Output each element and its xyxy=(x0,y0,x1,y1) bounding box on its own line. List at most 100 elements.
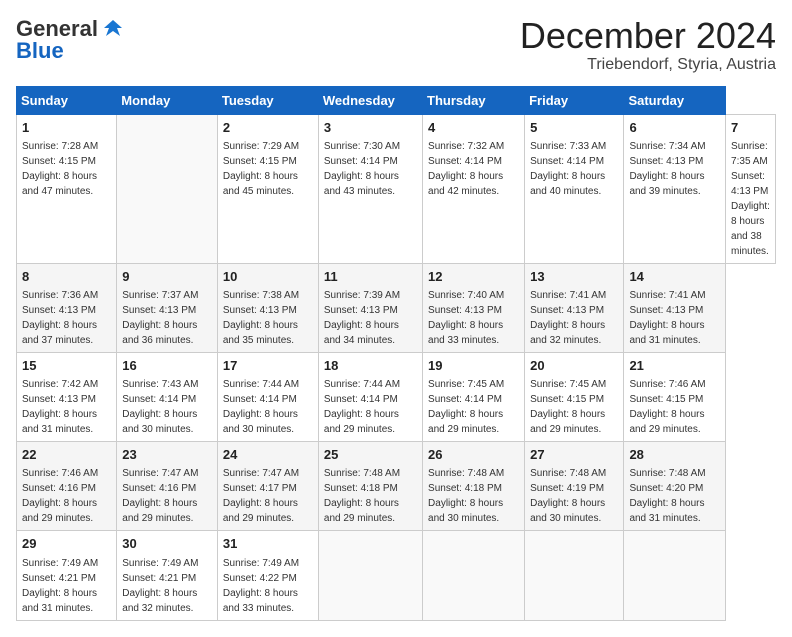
day-number: 26 xyxy=(428,446,519,464)
title-block: December 2024 Triebendorf, Styria, Austr… xyxy=(520,16,776,74)
month-title: December 2024 xyxy=(520,16,776,56)
day-number: 1 xyxy=(22,119,111,137)
day-info: Sunrise: 7:47 AMSunset: 4:17 PMDaylight:… xyxy=(223,468,299,524)
calendar-cell-3: 3 Sunrise: 7:30 AMSunset: 4:14 PMDaylight… xyxy=(318,114,422,263)
day-info: Sunrise: 7:28 AMSunset: 4:15 PMDaylight:… xyxy=(22,141,98,197)
col-header-sunday: Sunday xyxy=(17,86,117,114)
calendar-cell-empty xyxy=(117,114,218,263)
calendar-cell-19: 19 Sunrise: 7:45 AMSunset: 4:14 PMDayligh… xyxy=(423,352,525,441)
calendar-cell-14: 14 Sunrise: 7:41 AMSunset: 4:13 PMDayligh… xyxy=(624,263,726,352)
calendar-cell-9: 9 Sunrise: 7:37 AMSunset: 4:13 PMDaylight… xyxy=(117,263,218,352)
calendar-cell-27: 27 Sunrise: 7:48 AMSunset: 4:19 PMDayligh… xyxy=(525,442,624,531)
day-number: 19 xyxy=(428,357,519,375)
day-info: Sunrise: 7:45 AMSunset: 4:15 PMDaylight:… xyxy=(530,379,606,435)
day-info: Sunrise: 7:46 AMSunset: 4:15 PMDaylight:… xyxy=(629,379,705,435)
logo-bird-icon xyxy=(102,18,124,40)
calendar-cell-20: 20 Sunrise: 7:45 AMSunset: 4:15 PMDayligh… xyxy=(525,352,624,441)
day-info: Sunrise: 7:30 AMSunset: 4:14 PMDaylight:… xyxy=(324,141,400,197)
day-number: 9 xyxy=(122,268,212,286)
logo: General Blue xyxy=(16,16,124,64)
calendar-cell-2: 2Sunrise: 7:29 AMSunset: 4:15 PMDaylight… xyxy=(217,114,318,263)
day-number: 2 xyxy=(223,119,313,137)
calendar-cell-15: 15Sunrise: 7:42 AMSunset: 4:13 PMDayligh… xyxy=(17,352,117,441)
day-number: 24 xyxy=(223,446,313,464)
calendar-cell-empty xyxy=(525,531,624,620)
day-number: 10 xyxy=(223,268,313,286)
calendar-cell-23: 23 Sunrise: 7:47 AMSunset: 4:16 PMDayligh… xyxy=(117,442,218,531)
calendar-cell-26: 26 Sunrise: 7:48 AMSunset: 4:18 PMDayligh… xyxy=(423,442,525,531)
day-number: 11 xyxy=(324,268,417,286)
day-number: 18 xyxy=(324,357,417,375)
calendar-cell-11: 11 Sunrise: 7:39 AMSunset: 4:13 PMDayligh… xyxy=(318,263,422,352)
calendar-cell-5: 5Sunrise: 7:33 AMSunset: 4:14 PMDaylight… xyxy=(525,114,624,263)
calendar-cell-28: 28Sunrise: 7:48 AMSunset: 4:20 PMDayligh… xyxy=(624,442,726,531)
day-info: Sunrise: 7:48 AMSunset: 4:19 PMDaylight:… xyxy=(530,468,606,524)
calendar-row-3: 15Sunrise: 7:42 AMSunset: 4:13 PMDayligh… xyxy=(17,352,776,441)
col-header-friday: Friday xyxy=(525,86,624,114)
day-info: Sunrise: 7:37 AMSunset: 4:13 PMDaylight:… xyxy=(122,290,198,346)
day-info: Sunrise: 7:49 AMSunset: 4:21 PMDaylight:… xyxy=(122,558,198,614)
calendar-row-4: 22 Sunrise: 7:46 AMSunset: 4:16 PMDayligh… xyxy=(17,442,776,531)
day-info: Sunrise: 7:48 AMSunset: 4:18 PMDaylight:… xyxy=(428,468,504,524)
day-info: Sunrise: 7:36 AMSunset: 4:13 PMDaylight:… xyxy=(22,290,98,346)
day-number: 30 xyxy=(122,535,212,553)
day-info: Sunrise: 7:44 AMSunset: 4:14 PMDaylight:… xyxy=(223,379,299,435)
calendar-row-5: 29 Sunrise: 7:49 AMSunset: 4:21 PMDayligh… xyxy=(17,531,776,620)
day-info: Sunrise: 7:47 AMSunset: 4:16 PMDaylight:… xyxy=(122,468,198,524)
calendar-cell-30: 30 Sunrise: 7:49 AMSunset: 4:21 PMDayligh… xyxy=(117,531,218,620)
calendar-header-row: SundayMondayTuesdayWednesdayThursdayFrid… xyxy=(17,86,776,114)
day-number: 12 xyxy=(428,268,519,286)
calendar-cell-10: 10 Sunrise: 7:38 AMSunset: 4:13 PMDayligh… xyxy=(217,263,318,352)
calendar-cell-18: 18 Sunrise: 7:44 AMSunset: 4:14 PMDayligh… xyxy=(318,352,422,441)
day-info: Sunrise: 7:48 AMSunset: 4:20 PMDaylight:… xyxy=(629,468,705,524)
day-info: Sunrise: 7:39 AMSunset: 4:13 PMDaylight:… xyxy=(324,290,400,346)
page-header: General Blue December 2024 Triebendorf, … xyxy=(16,16,776,74)
day-number: 16 xyxy=(122,357,212,375)
day-number: 23 xyxy=(122,446,212,464)
calendar-row-2: 8Sunrise: 7:36 AMSunset: 4:13 PMDaylight… xyxy=(17,263,776,352)
day-number: 25 xyxy=(324,446,417,464)
day-number: 29 xyxy=(22,535,111,553)
day-info: Sunrise: 7:34 AMSunset: 4:13 PMDaylight:… xyxy=(629,141,705,197)
col-header-thursday: Thursday xyxy=(423,86,525,114)
calendar-cell-12: 12 Sunrise: 7:40 AMSunset: 4:13 PMDayligh… xyxy=(423,263,525,352)
day-number: 20 xyxy=(530,357,618,375)
day-number: 6 xyxy=(629,119,720,137)
day-number: 3 xyxy=(324,119,417,137)
col-header-saturday: Saturday xyxy=(624,86,726,114)
day-info: Sunrise: 7:44 AMSunset: 4:14 PMDaylight:… xyxy=(324,379,400,435)
calendar-cell-21: 21 Sunrise: 7:46 AMSunset: 4:15 PMDayligh… xyxy=(624,352,726,441)
day-info: Sunrise: 7:38 AMSunset: 4:13 PMDaylight:… xyxy=(223,290,299,346)
day-info: Sunrise: 7:40 AMSunset: 4:13 PMDaylight:… xyxy=(428,290,504,346)
day-number: 4 xyxy=(428,119,519,137)
calendar-cell-empty xyxy=(423,531,525,620)
day-info: Sunrise: 7:49 AMSunset: 4:21 PMDaylight:… xyxy=(22,558,98,614)
calendar-cell-6: 6 Sunrise: 7:34 AMSunset: 4:13 PMDaylight… xyxy=(624,114,726,263)
day-info: Sunrise: 7:46 AMSunset: 4:16 PMDaylight:… xyxy=(22,468,98,524)
col-header-monday: Monday xyxy=(117,86,218,114)
day-info: Sunrise: 7:35 AMSunset: 4:13 PMDaylight:… xyxy=(731,141,770,257)
day-info: Sunrise: 7:33 AMSunset: 4:14 PMDaylight:… xyxy=(530,141,606,197)
day-number: 15 xyxy=(22,357,111,375)
calendar-cell-empty xyxy=(318,531,422,620)
day-number: 17 xyxy=(223,357,313,375)
day-info: Sunrise: 7:43 AMSunset: 4:14 PMDaylight:… xyxy=(122,379,198,435)
calendar-cell-7: 7Sunrise: 7:35 AMSunset: 4:13 PMDaylight… xyxy=(726,114,776,263)
day-number: 22 xyxy=(22,446,111,464)
calendar-cell-8: 8Sunrise: 7:36 AMSunset: 4:13 PMDaylight… xyxy=(17,263,117,352)
day-info: Sunrise: 7:48 AMSunset: 4:18 PMDaylight:… xyxy=(324,468,400,524)
day-info: Sunrise: 7:49 AMSunset: 4:22 PMDaylight:… xyxy=(223,558,299,614)
day-info: Sunrise: 7:41 AMSunset: 4:13 PMDaylight:… xyxy=(629,290,705,346)
calendar-cell-25: 25 Sunrise: 7:48 AMSunset: 4:18 PMDayligh… xyxy=(318,442,422,531)
day-number: 14 xyxy=(629,268,720,286)
calendar-cell-22: 22 Sunrise: 7:46 AMSunset: 4:16 PMDayligh… xyxy=(17,442,117,531)
day-number: 21 xyxy=(629,357,720,375)
calendar-cell-16: 16 Sunrise: 7:43 AMSunset: 4:14 PMDayligh… xyxy=(117,352,218,441)
calendar-cell-29: 29 Sunrise: 7:49 AMSunset: 4:21 PMDayligh… xyxy=(17,531,117,620)
location: Triebendorf, Styria, Austria xyxy=(520,56,776,74)
day-info: Sunrise: 7:32 AMSunset: 4:14 PMDaylight:… xyxy=(428,141,504,197)
calendar-cell-empty xyxy=(624,531,726,620)
logo-blue-text: Blue xyxy=(16,38,64,64)
day-number: 27 xyxy=(530,446,618,464)
day-info: Sunrise: 7:45 AMSunset: 4:14 PMDaylight:… xyxy=(428,379,504,435)
